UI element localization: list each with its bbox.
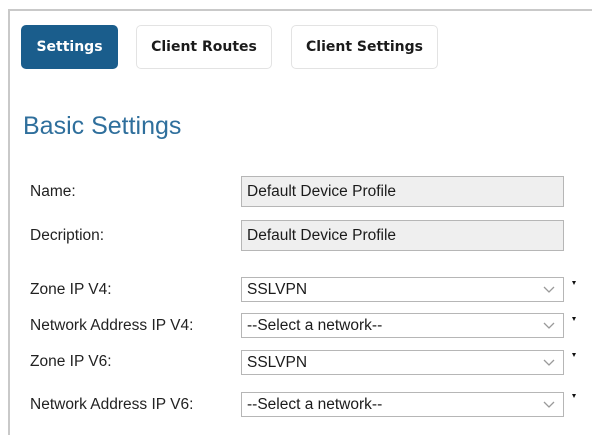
chevron-down-icon	[543, 322, 555, 329]
chevron-down-icon	[543, 401, 555, 408]
zone-ipv4-select[interactable]: SSLVPN	[241, 277, 564, 302]
required-marker-icon	[572, 353, 576, 357]
name-field: Default Device Profile	[241, 176, 564, 207]
required-marker-icon	[572, 317, 576, 321]
tab-client-settings[interactable]: Client Settings	[291, 25, 438, 69]
tab-settings[interactable]: Settings	[21, 25, 118, 69]
network-ipv6-select[interactable]: --Select a network--	[241, 392, 564, 417]
chevron-down-icon	[543, 286, 555, 293]
network-ipv4-select[interactable]: --Select a network--	[241, 313, 564, 338]
zone-ipv6-value: SSLVPN	[247, 353, 308, 371]
zone-ipv4-value: SSLVPN	[247, 280, 308, 298]
network-ipv6-label: Network Address IP V6:	[30, 396, 194, 413]
required-marker-icon	[572, 281, 576, 285]
network-ipv4-value: --Select a network--	[247, 316, 383, 334]
zone-ipv4-label: Zone IP V4:	[30, 281, 112, 298]
tab-client-routes[interactable]: Client Routes	[136, 25, 272, 69]
description-label: Decription:	[30, 227, 105, 244]
zone-ipv6-select[interactable]: SSLVPN	[241, 350, 564, 375]
required-marker-icon	[572, 394, 576, 398]
section-title: Basic Settings	[23, 112, 182, 140]
chevron-down-icon	[543, 359, 555, 366]
description-field: Default Device Profile	[241, 220, 564, 251]
network-ipv6-value: --Select a network--	[247, 395, 383, 413]
name-label: Name:	[30, 183, 76, 200]
zone-ipv6-label: Zone IP V6:	[30, 353, 112, 370]
network-ipv4-label: Network Address IP V4:	[30, 317, 194, 334]
